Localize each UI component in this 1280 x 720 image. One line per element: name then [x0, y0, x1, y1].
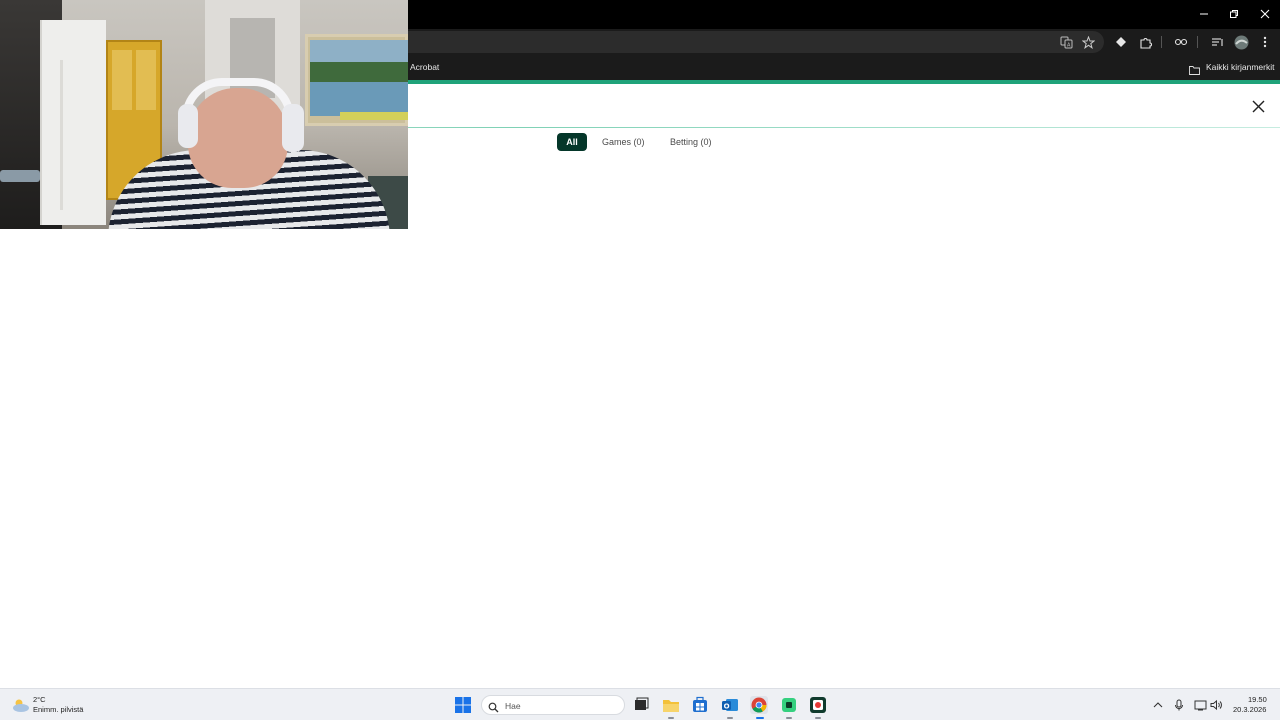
- extensions-puzzle-icon[interactable]: [1136, 33, 1154, 51]
- svg-text:A: A: [1067, 42, 1071, 48]
- browser-menu-icon[interactable]: [1256, 33, 1274, 51]
- chrome-icon[interactable]: [750, 696, 768, 714]
- active-indicator: [756, 717, 764, 719]
- close-search-button[interactable]: [1249, 97, 1267, 115]
- running-indicator: [727, 717, 733, 719]
- file-explorer-icon[interactable]: [662, 696, 680, 714]
- media-playlist-icon[interactable]: [1208, 33, 1226, 51]
- toolbar-separator: [1161, 36, 1162, 48]
- webcam-overlay: [0, 0, 408, 229]
- clock-time[interactable]: 19.50: [1248, 695, 1267, 704]
- tab-all[interactable]: All: [557, 133, 587, 151]
- weather-cloudy-icon[interactable]: [10, 697, 30, 713]
- close-window-button[interactable]: [1249, 0, 1280, 28]
- search-placeholder: Hae: [505, 701, 521, 711]
- restore-icon: [1229, 10, 1238, 18]
- running-indicator: [815, 717, 821, 719]
- toolbar-separator: [1197, 36, 1198, 48]
- restore-button[interactable]: [1218, 0, 1249, 28]
- search-icon: [488, 700, 499, 713]
- microphone-icon[interactable]: [1172, 698, 1186, 712]
- chevron-up-icon[interactable]: [1151, 698, 1165, 712]
- bookmark-star-icon[interactable]: [1079, 33, 1097, 51]
- translate-icon[interactable]: A: [1057, 33, 1075, 51]
- running-indicator: [668, 717, 674, 719]
- volume-icon[interactable]: [1209, 698, 1223, 712]
- folder-icon: [1189, 62, 1200, 75]
- minimize-button[interactable]: [1188, 0, 1219, 28]
- task-view-icon[interactable]: [632, 696, 650, 714]
- outlook-icon[interactable]: O: [721, 696, 739, 714]
- media-icon[interactable]: [809, 696, 827, 714]
- close-window-icon: [1260, 9, 1269, 19]
- password-key-icon[interactable]: [1172, 33, 1190, 51]
- all-bookmarks-link[interactable]: Kaikki kirjanmerkit: [1206, 62, 1275, 72]
- app-icon[interactable]: [780, 696, 798, 714]
- weather-temp: 2°C: [33, 695, 46, 704]
- minimize-icon: [1199, 13, 1208, 15]
- svg-text:O: O: [724, 703, 730, 711]
- clock-date[interactable]: 20.3.2026: [1233, 705, 1266, 714]
- network-icon[interactable]: [1193, 698, 1207, 712]
- weather-desc: Enimm. pilvistä: [33, 705, 84, 714]
- running-indicator: [786, 717, 792, 719]
- bookmark-acrobat[interactable]: Acrobat: [410, 62, 439, 72]
- close-icon: [1252, 100, 1264, 112]
- extension-diamond-icon[interactable]: [1112, 33, 1130, 51]
- store-icon[interactable]: [691, 696, 709, 714]
- start-icon[interactable]: [454, 696, 472, 714]
- windows-taskbar: 2°C Enimm. pilvistä Hae O 19.50 20.3.202…: [0, 688, 1280, 720]
- taskbar-search-box[interactable]: Hae: [481, 695, 625, 715]
- tab-betting[interactable]: Betting (0): [670, 133, 712, 151]
- profile-avatar-icon[interactable]: [1232, 33, 1250, 51]
- tab-games[interactable]: Games (0): [602, 133, 645, 151]
- address-bar[interactable]: A: [396, 31, 1104, 53]
